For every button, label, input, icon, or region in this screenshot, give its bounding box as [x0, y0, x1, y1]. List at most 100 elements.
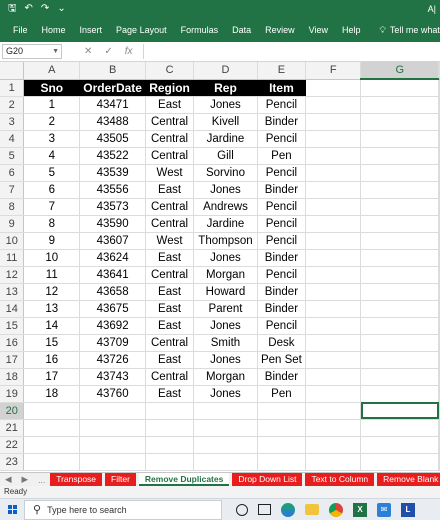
data-cell[interactable]: Binder — [257, 300, 306, 318]
data-cell[interactable]: 6 — [23, 181, 81, 199]
header-cell[interactable]: OrderDate — [79, 79, 147, 97]
data-cell[interactable]: 10 — [23, 249, 81, 267]
name-box[interactable]: G20 ▼ — [2, 44, 62, 59]
empty-cell[interactable] — [360, 419, 439, 437]
empty-cell[interactable] — [438, 419, 440, 437]
empty-cell[interactable] — [438, 130, 440, 148]
windows-start-icon[interactable] — [0, 499, 24, 520]
empty-cell[interactable] — [79, 402, 147, 420]
empty-cell[interactable] — [305, 317, 362, 335]
data-cell[interactable]: East — [145, 317, 195, 335]
data-cell[interactable]: Central — [145, 368, 195, 386]
tab-view[interactable]: View — [302, 18, 335, 42]
column-header-c[interactable]: C — [145, 62, 195, 80]
chevron-down-icon[interactable]: ▼ — [52, 45, 59, 58]
row-header[interactable]: 22 — [0, 436, 25, 454]
empty-cell[interactable] — [360, 266, 439, 284]
data-cell[interactable]: 3 — [23, 130, 81, 148]
data-cell[interactable]: 43624 — [79, 249, 147, 267]
data-cell[interactable]: Pen — [257, 147, 306, 165]
row-header[interactable]: 17 — [0, 351, 25, 369]
data-cell[interactable]: East — [145, 300, 195, 318]
empty-cell[interactable] — [360, 385, 439, 403]
data-cell[interactable]: Jones — [193, 249, 258, 267]
row-header[interactable]: 8 — [0, 198, 25, 216]
row-header[interactable]: 14 — [0, 300, 25, 318]
data-cell[interactable]: Morgan — [193, 266, 258, 284]
data-cell[interactable]: 9 — [23, 232, 81, 250]
empty-cell[interactable] — [305, 266, 362, 284]
empty-cell[interactable] — [145, 402, 195, 420]
empty-cell[interactable] — [305, 368, 362, 386]
row-header[interactable]: 15 — [0, 317, 25, 335]
empty-cell[interactable] — [305, 300, 362, 318]
row-header[interactable]: 6 — [0, 164, 25, 182]
data-cell[interactable]: Jones — [193, 181, 258, 199]
empty-cell[interactable] — [257, 453, 306, 471]
empty-cell[interactable] — [438, 96, 440, 114]
save-icon[interactable]: 🖫 — [8, 0, 17, 18]
empty-cell[interactable] — [438, 368, 440, 386]
empty-cell[interactable] — [438, 232, 440, 250]
empty-cell[interactable] — [360, 113, 439, 131]
tell-me-box[interactable]: 💡︎ Tell me what you want to do — [368, 25, 440, 36]
column-header-b[interactable]: B — [79, 62, 147, 80]
data-cell[interactable]: 43471 — [79, 96, 147, 114]
empty-cell[interactable] — [360, 453, 439, 471]
data-cell[interactable]: Pencil — [257, 317, 306, 335]
sheet-tab-remove-duplicates[interactable]: Remove Duplicates — [138, 473, 230, 486]
data-cell[interactable]: Thompson — [193, 232, 258, 250]
data-cell[interactable]: Jones — [193, 385, 258, 403]
sheet-tab-drop-down-list[interactable]: Drop Down List — [232, 473, 303, 486]
empty-cell[interactable] — [360, 317, 439, 335]
data-cell[interactable]: 11 — [23, 266, 81, 284]
data-cell[interactable]: Pencil — [257, 198, 306, 216]
empty-cell[interactable] — [438, 283, 440, 301]
data-cell[interactable]: 15 — [23, 334, 81, 352]
empty-cell[interactable] — [438, 317, 440, 335]
row-header[interactable]: 11 — [0, 249, 25, 267]
empty-cell[interactable] — [193, 402, 258, 420]
edge-icon[interactable] — [281, 502, 295, 517]
empty-cell[interactable] — [193, 436, 258, 454]
data-cell[interactable]: Binder — [257, 181, 306, 199]
task-view-icon[interactable] — [236, 503, 248, 516]
empty-cell[interactable] — [438, 198, 440, 216]
data-cell[interactable]: 43607 — [79, 232, 147, 250]
sheet-prev-icon[interactable]: ◀ — [0, 474, 17, 485]
data-cell[interactable]: 43760 — [79, 385, 147, 403]
empty-cell[interactable] — [305, 198, 362, 216]
data-cell[interactable]: Binder — [257, 249, 306, 267]
row-header[interactable]: 16 — [0, 334, 25, 352]
data-cell[interactable]: East — [145, 283, 195, 301]
data-cell[interactable]: 43692 — [79, 317, 147, 335]
data-cell[interactable]: Central — [145, 334, 195, 352]
data-cell[interactable]: Kivell — [193, 113, 258, 131]
header-cell[interactable]: Rep — [193, 79, 258, 97]
data-cell[interactable]: Pencil — [257, 130, 306, 148]
empty-cell[interactable] — [79, 419, 147, 437]
chrome-icon[interactable] — [329, 502, 343, 517]
sheet-tab-filter[interactable]: Filter — [105, 473, 136, 486]
chat-icon[interactable]: ✉ — [377, 502, 391, 517]
data-cell[interactable]: 1 — [23, 96, 81, 114]
data-cell[interactable]: East — [145, 351, 195, 369]
formula-input[interactable] — [142, 44, 440, 59]
empty-cell[interactable] — [305, 283, 362, 301]
empty-cell[interactable] — [438, 334, 440, 352]
row-header[interactable]: 4 — [0, 130, 25, 148]
spreadsheet-grid[interactable]: ABCDEFG 1 Sno OrderDate Region Rep Item 2 1 4347… — [0, 62, 440, 472]
data-cell[interactable]: 4 — [23, 147, 81, 165]
tab-file[interactable]: File — [6, 18, 35, 42]
empty-cell[interactable] — [360, 215, 439, 233]
data-cell[interactable]: Binder — [257, 283, 306, 301]
widgets-icon[interactable] — [258, 504, 271, 515]
empty-cell[interactable] — [438, 266, 440, 284]
data-cell[interactable]: Central — [145, 147, 195, 165]
empty-cell[interactable] — [360, 232, 439, 250]
data-cell[interactable]: 17 — [23, 368, 81, 386]
row-header[interactable]: 2 — [0, 96, 25, 114]
data-cell[interactable]: East — [145, 96, 195, 114]
empty-cell[interactable] — [23, 419, 81, 437]
data-cell[interactable]: 43590 — [79, 215, 147, 233]
